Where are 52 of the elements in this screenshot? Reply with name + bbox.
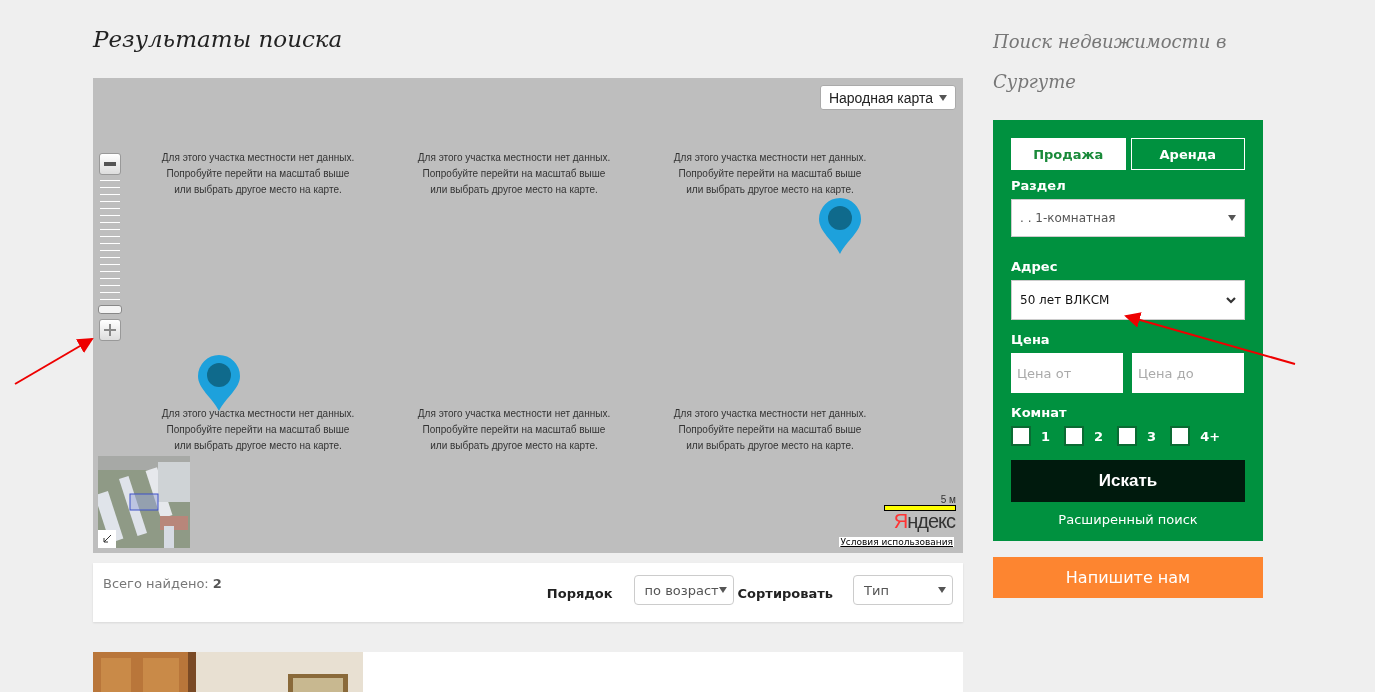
results-count: Всего найдено: 2 bbox=[103, 576, 222, 591]
search-button[interactable]: Искать bbox=[1011, 460, 1245, 502]
caret-icon bbox=[939, 94, 947, 101]
zoom-out-button[interactable] bbox=[99, 153, 121, 176]
checkbox-label: 1 bbox=[1041, 428, 1051, 444]
expand-minimap-button[interactable] bbox=[98, 530, 116, 548]
checkbox[interactable] bbox=[1011, 426, 1031, 446]
sidebar-title: Поиск недвижимости в Сургуте bbox=[993, 30, 1228, 94]
checkbox-label: 4+ bbox=[1200, 428, 1221, 444]
arrow-icon bbox=[102, 534, 112, 544]
map-tile-message: Для этого участка местности нет данных. Попробуйте перейти на масштаб выше или выбрать другое место на карте. bbox=[160, 151, 356, 198]
map-type-dropdown[interactable]: Народная карта bbox=[819, 85, 956, 111]
field-label: Раздел bbox=[1011, 178, 1067, 193]
caret-icon bbox=[938, 587, 946, 593]
checkbox-label: 2 bbox=[1094, 428, 1104, 444]
checkbox[interactable] bbox=[1064, 426, 1085, 446]
map-pin-icon[interactable] bbox=[198, 355, 240, 412]
order-select[interactable]: по возраст bbox=[633, 575, 734, 605]
checkbox[interactable] bbox=[1117, 426, 1138, 446]
minus-icon bbox=[104, 162, 116, 167]
scale-label: 5 м bbox=[940, 494, 956, 505]
order-label: Порядок bbox=[546, 586, 613, 601]
caret-icon bbox=[718, 587, 727, 593]
map-pin-icon[interactable] bbox=[819, 198, 861, 255]
sort-select[interactable]: Тип bbox=[853, 575, 953, 605]
tab[interactable]: Аренда bbox=[1130, 138, 1245, 170]
checkbox-label: 3 bbox=[1147, 428, 1157, 444]
page-title: Результаты поиска bbox=[93, 25, 344, 55]
map-logo: Яндекс bbox=[893, 510, 955, 533]
price-from-field[interactable]: Цена от bbox=[1011, 353, 1123, 393]
plus-icon bbox=[104, 324, 116, 337]
section-select[interactable]: . . 1-комнатная bbox=[1011, 199, 1245, 237]
caret-icon bbox=[1228, 215, 1236, 221]
address-select[interactable]: 50 лет ВЛКСМ bbox=[1011, 280, 1245, 320]
field-label: Комнат bbox=[1011, 405, 1068, 420]
advanced-search-link[interactable]: Расширенный поиск bbox=[1058, 512, 1198, 527]
terms-link[interactable]: Условия использования bbox=[839, 537, 954, 547]
field-label: Цена bbox=[1011, 332, 1051, 347]
sort-label: Сортировать bbox=[737, 586, 833, 601]
chevron-down-icon bbox=[1226, 296, 1236, 304]
map-tile-message: Для этого участка местности нет данных. Попробуйте перейти на масштаб выше или выбрать другое место на карте. bbox=[672, 407, 868, 454]
tab[interactable]: Продажа bbox=[1011, 138, 1126, 170]
map-tile-message: Для этого участка местности нет данных. Попробуйте перейти на масштаб выше или выбрать другое место на карте. bbox=[160, 407, 356, 454]
price-to-field[interactable]: Цена до bbox=[1132, 353, 1244, 393]
map-tile-message: Для этого участка местности нет данных. Попробуйте перейти на масштаб выше или выбрать другое место на карте. bbox=[416, 151, 612, 198]
map-tile-message: Для этого участка местности нет данных. Попробуйте перейти на масштаб выше или выбрать другое место на карте. bbox=[416, 407, 612, 454]
field-label: Адрес bbox=[1011, 259, 1059, 274]
map-tile-message: Для этого участка местности нет данных. Попробуйте перейти на масштаб выше или выбрать другое место на карте. bbox=[672, 151, 868, 198]
listing-card[interactable] bbox=[93, 652, 963, 692]
checkbox[interactable] bbox=[1170, 426, 1191, 446]
scale-bar bbox=[884, 505, 956, 511]
zoom-in-button[interactable] bbox=[99, 319, 121, 342]
